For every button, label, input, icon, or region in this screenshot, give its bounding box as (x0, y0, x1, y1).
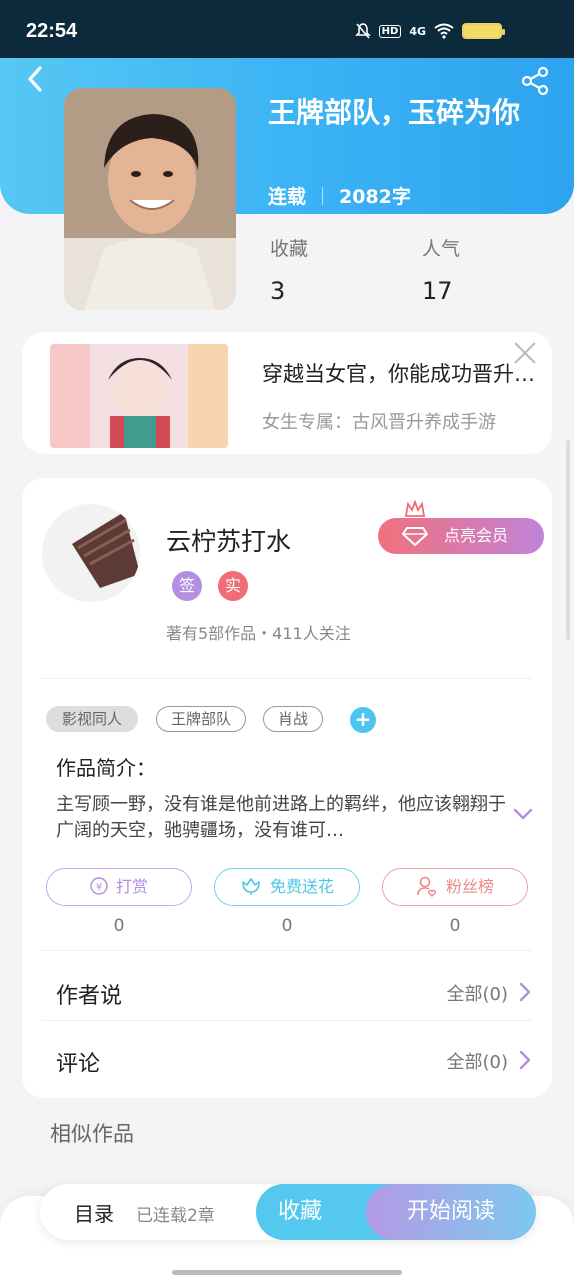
user-heart-icon (417, 876, 437, 897)
stat-favorites: 收藏 3 (270, 234, 308, 305)
comments-all: 全部(0) (446, 1052, 509, 1073)
expand-intro-button[interactable] (512, 806, 534, 822)
network-icon: 4G (409, 24, 426, 38)
fans-ranking-button[interactable]: 粉丝榜 (382, 868, 528, 906)
divider (42, 678, 532, 679)
close-icon (514, 342, 536, 364)
tip-label: 打赏 (115, 877, 148, 896)
chevron-left-icon (28, 66, 42, 92)
status-icons: HD 4G (354, 22, 505, 40)
similar-works-title: 相似作品 (50, 1122, 134, 1146)
vip-label: 点亮会员 (444, 526, 509, 545)
book-meta: 连载 2082字 (268, 182, 411, 209)
back-button[interactable] (18, 64, 52, 100)
avatar-illustration (42, 504, 140, 602)
send-flower-button[interactable]: 免费送花 (214, 868, 360, 906)
meta-divider (322, 186, 324, 205)
stat-label: 人气 (422, 238, 461, 260)
flower-count: 0 (281, 916, 293, 936)
author-stats: 著有5部作品・411人关注 (166, 624, 351, 643)
ad-subtitle: 女生专属：古风晋升养成手游 (262, 412, 496, 433)
signed-badge: 签 (172, 571, 202, 601)
book-title: 王牌部队，玉碎为你 (268, 96, 521, 129)
status-time: 22:54 (26, 20, 78, 42)
svg-text:¥: ¥ (96, 882, 102, 893)
book-word-count: 2082字 (339, 186, 411, 208)
author-notes-title: 作者说 (56, 984, 123, 1009)
start-reading-button[interactable]: 开始阅读 (366, 1184, 536, 1240)
yen-coin-icon: ¥ (90, 877, 108, 895)
ad-banner[interactable]: 穿越当女官，你能成功晋升吗？ 女生专属：古风晋升养成手游 (22, 332, 552, 454)
chevron-right-icon (519, 982, 531, 1002)
chevron-down-icon (513, 808, 533, 820)
stat-popularity: 人气 17 (422, 234, 460, 305)
intro-text[interactable]: 主写顾一野，没有谁是他前进路上的羁绊，他应该翱翔于广阔的天空，驰骋疆场，没有谁可… (56, 792, 506, 844)
status-bar: 22:54 HD 4G (0, 0, 574, 58)
ad-title: 穿越当女官，你能成功晋升吗？ (262, 362, 542, 386)
author-avatar[interactable] (42, 504, 140, 602)
battery-icon (462, 23, 505, 39)
mute-notification-icon (354, 23, 371, 39)
tip-button[interactable]: ¥ 打赏 (46, 868, 192, 906)
fans-ranking-label: 粉丝榜 (445, 877, 494, 896)
stat-value: 3 (270, 277, 286, 305)
tag-item[interactable]: 肖战 (263, 706, 323, 732)
tip-count: 0 (113, 916, 125, 936)
table-of-contents-button[interactable]: 目录 (74, 1198, 114, 1227)
author-info-card: 云柠苏打水 签 实 著有5部作品・411人关注 点亮会员 影视同人 王牌部队 肖… (22, 478, 552, 1098)
intro-title: 作品简介： (56, 756, 156, 780)
crown-icon (404, 500, 426, 517)
hd-icon: HD (378, 24, 402, 38)
cover-portrait-illustration (64, 88, 236, 310)
home-indicator[interactable] (172, 1270, 402, 1275)
bottom-action-bar: 目录 已连载2章 收藏 开始阅读 (40, 1184, 536, 1240)
flower-icon (242, 878, 260, 895)
fans-count: 0 (449, 916, 461, 936)
send-flower-label: 免费送花 (269, 877, 334, 896)
add-tag-button[interactable]: + (350, 707, 376, 733)
book-cover-image[interactable] (64, 88, 236, 310)
chevron-right-icon (519, 1050, 531, 1070)
wifi-icon (434, 23, 454, 39)
ad-image[interactable] (50, 344, 228, 448)
comments-title: 评论 (56, 1052, 101, 1077)
stat-label: 收藏 (270, 238, 309, 260)
tag-item[interactable]: 王牌部队 (156, 706, 246, 732)
ad-close-button[interactable] (512, 340, 538, 366)
scrollbar[interactable] (566, 440, 570, 640)
author-notes-row[interactable]: 作者说 全部(0) (56, 972, 532, 1012)
diamond-icon (402, 527, 428, 546)
vip-button[interactable]: 点亮会员 (378, 500, 544, 554)
stat-value: 17 (422, 277, 453, 305)
ad-illustration (50, 344, 228, 448)
verified-badge: 实 (218, 571, 248, 601)
author-notes-all: 全部(0) (446, 984, 509, 1005)
comments-row[interactable]: 评论 全部(0) (56, 1040, 532, 1080)
book-status: 连载 (268, 186, 307, 208)
tag-item[interactable]: 影视同人 (46, 706, 138, 732)
divider (42, 950, 532, 951)
author-name[interactable]: 云柠苏打水 (166, 522, 291, 558)
chapter-count: 已连载2章 (136, 1206, 215, 1226)
divider (42, 1020, 532, 1021)
